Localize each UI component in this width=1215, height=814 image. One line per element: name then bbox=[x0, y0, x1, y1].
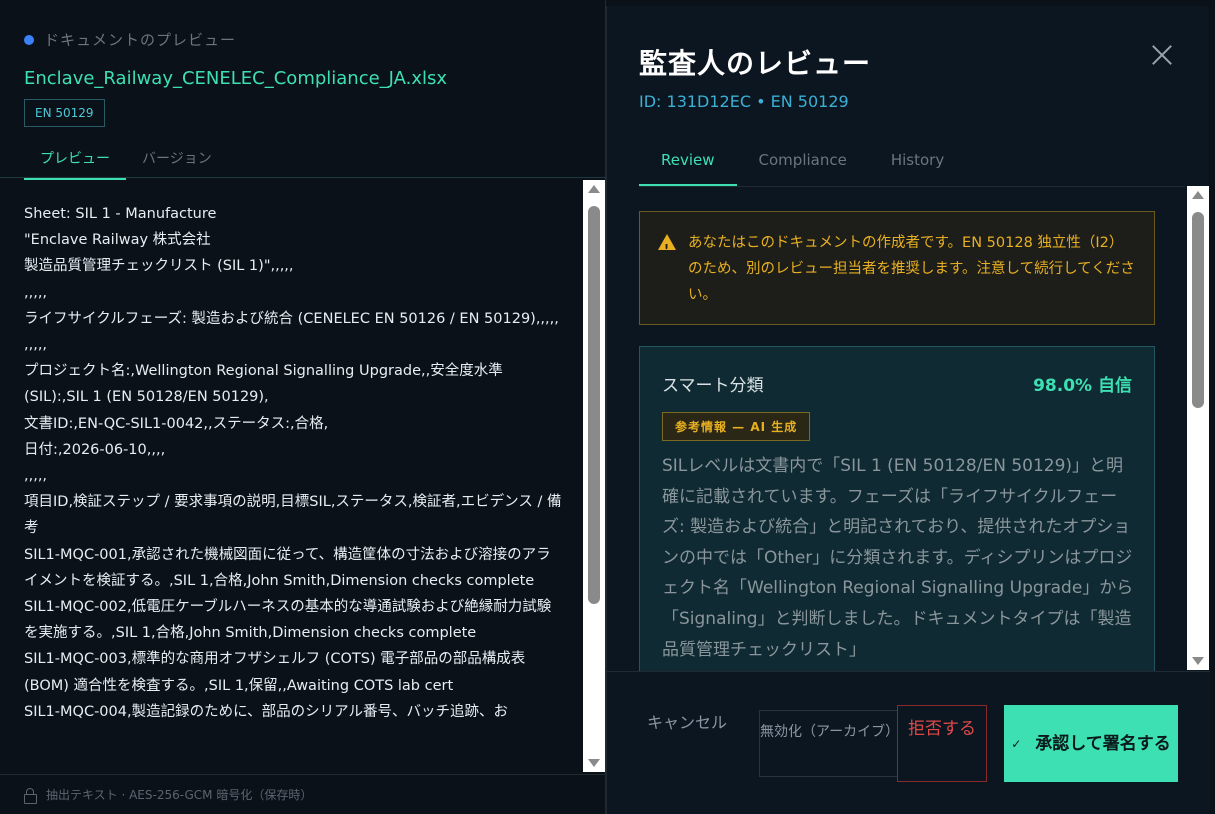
document-id: ID: 131D12EC • EN 50129 bbox=[639, 92, 849, 111]
scroll-thumb[interactable] bbox=[1192, 212, 1204, 408]
warning-text: あなたはこのドキュメントの作成者です。EN 50128 独立性（I2）のため、別… bbox=[688, 235, 1135, 303]
content-line: 日付:,2026-06-10,,,, bbox=[24, 441, 166, 458]
tab-preview[interactable]: プレビュー bbox=[24, 140, 126, 180]
smart-classification-title: スマート分類 bbox=[662, 376, 764, 396]
classification-rationale: SILレベルは文書内で「SIL 1 (EN 50128/EN 50129)」と明… bbox=[662, 456, 1134, 660]
content-line: ,,,,, bbox=[24, 284, 48, 301]
tab-compliance[interactable]: Compliance bbox=[737, 141, 869, 186]
preview-scrollbar[interactable] bbox=[583, 180, 605, 772]
content-line: SIL1-MQC-002,低電圧ケーブルハーネスの基本的な導通試験および絶縁耐力… bbox=[24, 599, 552, 642]
divider bbox=[0, 177, 606, 178]
content-line: SIL1-MQC-003,標準的な商用オフザシェルフ (COTS) 電子部品の部… bbox=[24, 651, 526, 694]
app-root: ドキュメントのプレビュー Enclave_Railway_CENELEC_Com… bbox=[0, 0, 1215, 814]
content-line: SIL1-MQC-004,製造記録のために、部品のシリアル番号、バッチ追跡、お bbox=[24, 703, 508, 720]
confidence-score: 98.0% 自信 bbox=[1033, 376, 1132, 396]
review-scrollbar[interactable] bbox=[1187, 186, 1209, 670]
content-line: 文書ID:,EN-QC-SIL1-0042,,ステータス:,合格, bbox=[24, 415, 329, 432]
approve-sign-button[interactable]: ✓ 承認して署名する bbox=[1004, 705, 1178, 782]
scroll-down-icon[interactable] bbox=[588, 759, 600, 767]
encryption-footer: 抽出テキスト · AES-256-GCM 暗号化（保存時） bbox=[0, 774, 606, 814]
smart-classification-card: スマート分類 98.0% 自信 参考情報 — AI 生成 SILレベルは文書内で… bbox=[639, 346, 1155, 671]
scroll-up-icon[interactable] bbox=[1192, 191, 1204, 199]
content-line: SIL1-MQC-001,承認された機械図面に従って、構造筐体の寸法および溶接の… bbox=[24, 546, 551, 589]
content-line: ライフサイクルフェーズ: 製造および統合 (CENELEC EN 50126 /… bbox=[24, 310, 559, 327]
lock-icon bbox=[24, 787, 37, 804]
scroll-up-icon[interactable] bbox=[588, 185, 600, 193]
review-tabs: Review Compliance History bbox=[639, 141, 1185, 187]
content-line: ,,,,, bbox=[24, 468, 48, 485]
content-line: プロジェクト名:,Wellington Regional Signalling … bbox=[24, 363, 503, 406]
content-line: 製造品質管理チェックリスト (SIL 1)",,,,, bbox=[24, 258, 294, 275]
preview-header: ドキュメントのプレビュー bbox=[24, 29, 236, 50]
content-line: 項目ID,検証ステップ / 要求事項の説明,目標SIL,ステータス,検証者,エビ… bbox=[24, 494, 562, 537]
encryption-note: 抽出テキスト · AES-256-GCM 暗号化（保存時） bbox=[46, 788, 313, 802]
content-line: ,,,,, bbox=[24, 337, 48, 354]
content-line: Sheet: SIL 1 - Manufacture bbox=[24, 206, 217, 222]
tab-history[interactable]: History bbox=[869, 141, 966, 186]
check-icon: ✓ bbox=[1011, 736, 1022, 751]
preview-header-label: ドキュメントのプレビュー bbox=[44, 31, 237, 49]
content-line: "Enclave Railway 株式会社 bbox=[24, 232, 211, 249]
preview-tabs: プレビュー バージョン bbox=[24, 140, 228, 180]
tab-review[interactable]: Review bbox=[639, 141, 737, 186]
panel-title: 監査人のレビュー bbox=[639, 47, 872, 80]
status-dot-icon bbox=[24, 34, 34, 45]
tab-versions[interactable]: バージョン bbox=[126, 140, 228, 180]
independence-warning: あなたはこのドキュメントの作成者です。EN 50128 独立性（I2）のため、別… bbox=[639, 211, 1155, 325]
auditor-review-panel: 監査人のレビュー ID: 131D12EC • EN 50129 Review … bbox=[606, 6, 1210, 814]
cancel-button[interactable]: キャンセル bbox=[647, 710, 727, 736]
archive-button[interactable]: 無効化（アーカイブ） bbox=[759, 710, 899, 777]
scroll-down-icon[interactable] bbox=[1192, 657, 1204, 665]
ai-generated-badge: 参考情報 — AI 生成 bbox=[662, 412, 811, 441]
warning-icon bbox=[658, 234, 676, 262]
standard-tag: EN 50129 bbox=[24, 99, 105, 127]
scroll-thumb[interactable] bbox=[588, 206, 600, 604]
extracted-text-content: Sheet: SIL 1 - Manufacture "Enclave Railw… bbox=[24, 201, 564, 773]
approve-label: 承認して署名する bbox=[1035, 733, 1171, 754]
document-preview-panel: ドキュメントのプレビュー Enclave_Railway_CENELEC_Com… bbox=[0, 0, 606, 814]
reject-button[interactable]: 拒否する bbox=[897, 705, 987, 782]
review-content: あなたはこのドキュメントの作成者です。EN 50128 独立性（I2）のため、別… bbox=[639, 211, 1155, 671]
document-filename: Enclave_Railway_CENELEC_Compliance_JA.xl… bbox=[24, 68, 448, 89]
action-footer: キャンセル 無効化（アーカイブ） 拒否する ✓ 承認して署名する bbox=[607, 671, 1210, 814]
close-icon[interactable] bbox=[1148, 42, 1176, 70]
